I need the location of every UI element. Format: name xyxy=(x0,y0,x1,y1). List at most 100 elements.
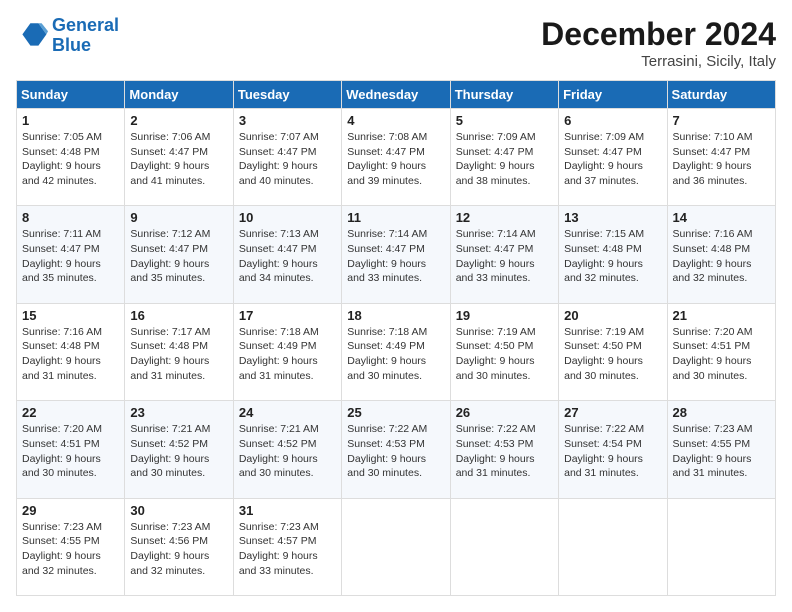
col-wednesday: Wednesday xyxy=(342,81,450,109)
table-row: 3Sunrise: 7:07 AMSunset: 4:47 PMDaylight… xyxy=(233,109,341,206)
info-line: Sunset: 4:51 PM xyxy=(673,340,751,352)
info-line: Sunset: 4:55 PM xyxy=(22,535,100,547)
month-title: December 2024 xyxy=(541,16,776,53)
table-row: 11Sunrise: 7:14 AMSunset: 4:47 PMDayligh… xyxy=(342,206,450,303)
info-line: Sunrise: 7:21 AM xyxy=(239,423,319,435)
info-line: Daylight: 9 hours xyxy=(456,355,535,367)
info-line: Daylight: 9 hours xyxy=(347,453,426,465)
info-line: Sunset: 4:47 PM xyxy=(130,243,208,255)
info-line: Sunset: 4:47 PM xyxy=(456,243,534,255)
info-line: Sunrise: 7:15 AM xyxy=(564,228,644,240)
day-number: 5 xyxy=(456,113,553,128)
info-line: Daylight: 9 hours xyxy=(130,160,209,172)
info-line: and 37 minutes. xyxy=(564,175,639,187)
day-info: Sunrise: 7:16 AMSunset: 4:48 PMDaylight:… xyxy=(673,227,770,286)
day-info: Sunrise: 7:09 AMSunset: 4:47 PMDaylight:… xyxy=(564,130,661,189)
calendar-row: 22Sunrise: 7:20 AMSunset: 4:51 PMDayligh… xyxy=(17,401,776,498)
day-info: Sunrise: 7:20 AMSunset: 4:51 PMDaylight:… xyxy=(22,422,119,481)
info-line: and 30 minutes. xyxy=(347,467,422,479)
info-line: Sunrise: 7:23 AM xyxy=(673,423,753,435)
info-line: Sunset: 4:52 PM xyxy=(239,438,317,450)
info-line: Daylight: 9 hours xyxy=(130,258,209,270)
info-line: Sunrise: 7:20 AM xyxy=(673,326,753,338)
calendar-row: 1Sunrise: 7:05 AMSunset: 4:48 PMDaylight… xyxy=(17,109,776,206)
calendar-row: 8Sunrise: 7:11 AMSunset: 4:47 PMDaylight… xyxy=(17,206,776,303)
info-line: Sunset: 4:54 PM xyxy=(564,438,642,450)
info-line: Sunrise: 7:22 AM xyxy=(456,423,536,435)
table-row: 2Sunrise: 7:06 AMSunset: 4:47 PMDaylight… xyxy=(125,109,233,206)
info-line: and 30 minutes. xyxy=(130,467,205,479)
day-info: Sunrise: 7:23 AMSunset: 4:57 PMDaylight:… xyxy=(239,520,336,579)
table-row: 9Sunrise: 7:12 AMSunset: 4:47 PMDaylight… xyxy=(125,206,233,303)
day-number: 12 xyxy=(456,210,553,225)
info-line: Daylight: 9 hours xyxy=(673,453,752,465)
info-line: Sunrise: 7:19 AM xyxy=(564,326,644,338)
day-number: 19 xyxy=(456,308,553,323)
table-row: 30Sunrise: 7:23 AMSunset: 4:56 PMDayligh… xyxy=(125,498,233,595)
table-row: 19 Sunrise: 7:19 AM Sunset: 4:50 PM Dayligh… xyxy=(450,303,558,400)
table-row: 27Sunrise: 7:22 AMSunset: 4:54 PMDayligh… xyxy=(559,401,667,498)
info-line: Daylight: 9 hours xyxy=(239,355,318,367)
table-row: 14Sunrise: 7:16 AMSunset: 4:48 PMDayligh… xyxy=(667,206,775,303)
info-line: Daylight: 9 hours xyxy=(130,355,209,367)
day-info: Sunrise: 7:19 AM Sunset: 4:50 PM Daylight:… xyxy=(456,325,553,384)
day-info: Sunrise: 7:23 AMSunset: 4:55 PMDaylight:… xyxy=(673,422,770,481)
day-info: Sunrise: 7:21 AMSunset: 4:52 PMDaylight:… xyxy=(239,422,336,481)
info-line: and 41 minutes. xyxy=(130,175,205,187)
day-info: Sunrise: 7:10 AMSunset: 4:47 PMDaylight:… xyxy=(673,130,770,189)
day-info: Sunrise: 7:18 AM Sunset: 4:49 PM Daylight:… xyxy=(239,325,336,384)
info-line: Sunset: 4:48 PM xyxy=(564,243,642,255)
info-line: Sunrise: 7:12 AM xyxy=(130,228,210,240)
day-number: 16 xyxy=(130,308,227,323)
table-row: 13Sunrise: 7:15 AMSunset: 4:48 PMDayligh… xyxy=(559,206,667,303)
info-line: Sunrise: 7:14 AM xyxy=(347,228,427,240)
info-line: and 31 minutes. xyxy=(239,370,314,382)
info-line: Sunrise: 7:10 AM xyxy=(673,131,753,143)
info-line: and 32 minutes. xyxy=(673,272,748,284)
day-info: Sunrise: 7:20 AMSunset: 4:51 PMDaylight:… xyxy=(673,325,770,384)
day-info: Sunrise: 7:14 AMSunset: 4:47 PMDaylight:… xyxy=(347,227,444,286)
day-info: Sunrise: 7:23 AMSunset: 4:55 PMDaylight:… xyxy=(22,520,119,579)
info-line: and 30 minutes. xyxy=(456,370,531,382)
info-line: Sunrise: 7:18 AM xyxy=(239,326,319,338)
info-line: Sunrise: 7:09 AM xyxy=(564,131,644,143)
info-line: Daylight: 9 hours xyxy=(564,453,643,465)
info-line: Daylight: 9 hours xyxy=(22,258,101,270)
info-line: Daylight: 9 hours xyxy=(239,258,318,270)
info-line: and 32 minutes. xyxy=(564,272,639,284)
info-line: Daylight: 9 hours xyxy=(456,258,535,270)
info-line: Sunrise: 7:23 AM xyxy=(22,521,102,533)
header: General Blue December 2024 Terrasini, Si… xyxy=(16,16,776,70)
day-number: 8 xyxy=(22,210,119,225)
col-saturday: Saturday xyxy=(667,81,775,109)
day-number: 10 xyxy=(239,210,336,225)
info-line: and 30 minutes. xyxy=(564,370,639,382)
info-line: Daylight: 9 hours xyxy=(456,160,535,172)
info-line: Daylight: 9 hours xyxy=(564,258,643,270)
table-row: 16Sunrise: 7:17 AMSunset: 4:48 PMDayligh… xyxy=(125,303,233,400)
info-line: and 34 minutes. xyxy=(239,272,314,284)
info-line: Daylight: 9 hours xyxy=(347,160,426,172)
table-row: 5Sunrise: 7:09 AMSunset: 4:47 PMDaylight… xyxy=(450,109,558,206)
table-row: 21Sunrise: 7:20 AMSunset: 4:51 PMDayligh… xyxy=(667,303,775,400)
logo: General Blue xyxy=(16,16,119,56)
info-line: Daylight: 9 hours xyxy=(239,550,318,562)
info-line: Sunset: 4:50 PM xyxy=(456,340,534,352)
info-line: Sunset: 4:52 PM xyxy=(130,438,208,450)
info-line: and 32 minutes. xyxy=(22,565,97,577)
info-line: Sunset: 4:49 PM xyxy=(239,340,317,352)
day-info: Sunrise: 7:22 AMSunset: 4:53 PMDaylight:… xyxy=(347,422,444,481)
day-info: Sunrise: 7:14 AMSunset: 4:47 PMDaylight:… xyxy=(456,227,553,286)
calendar-header-row: Sunday Monday Tuesday Wednesday Thursday… xyxy=(17,81,776,109)
day-info: Sunrise: 7:23 AMSunset: 4:56 PMDaylight:… xyxy=(130,520,227,579)
info-line: Sunset: 4:48 PM xyxy=(130,340,208,352)
info-line: Daylight: 9 hours xyxy=(347,355,426,367)
info-line: and 31 minutes. xyxy=(564,467,639,479)
info-line: and 35 minutes. xyxy=(22,272,97,284)
info-line: Sunset: 4:47 PM xyxy=(456,146,534,158)
day-number: 24 xyxy=(239,405,336,420)
info-line: Sunrise: 7:19 AM xyxy=(456,326,536,338)
table-row: 31Sunrise: 7:23 AMSunset: 4:57 PMDayligh… xyxy=(233,498,341,595)
calendar-table: Sunday Monday Tuesday Wednesday Thursday… xyxy=(16,80,776,596)
day-number: 28 xyxy=(673,405,770,420)
